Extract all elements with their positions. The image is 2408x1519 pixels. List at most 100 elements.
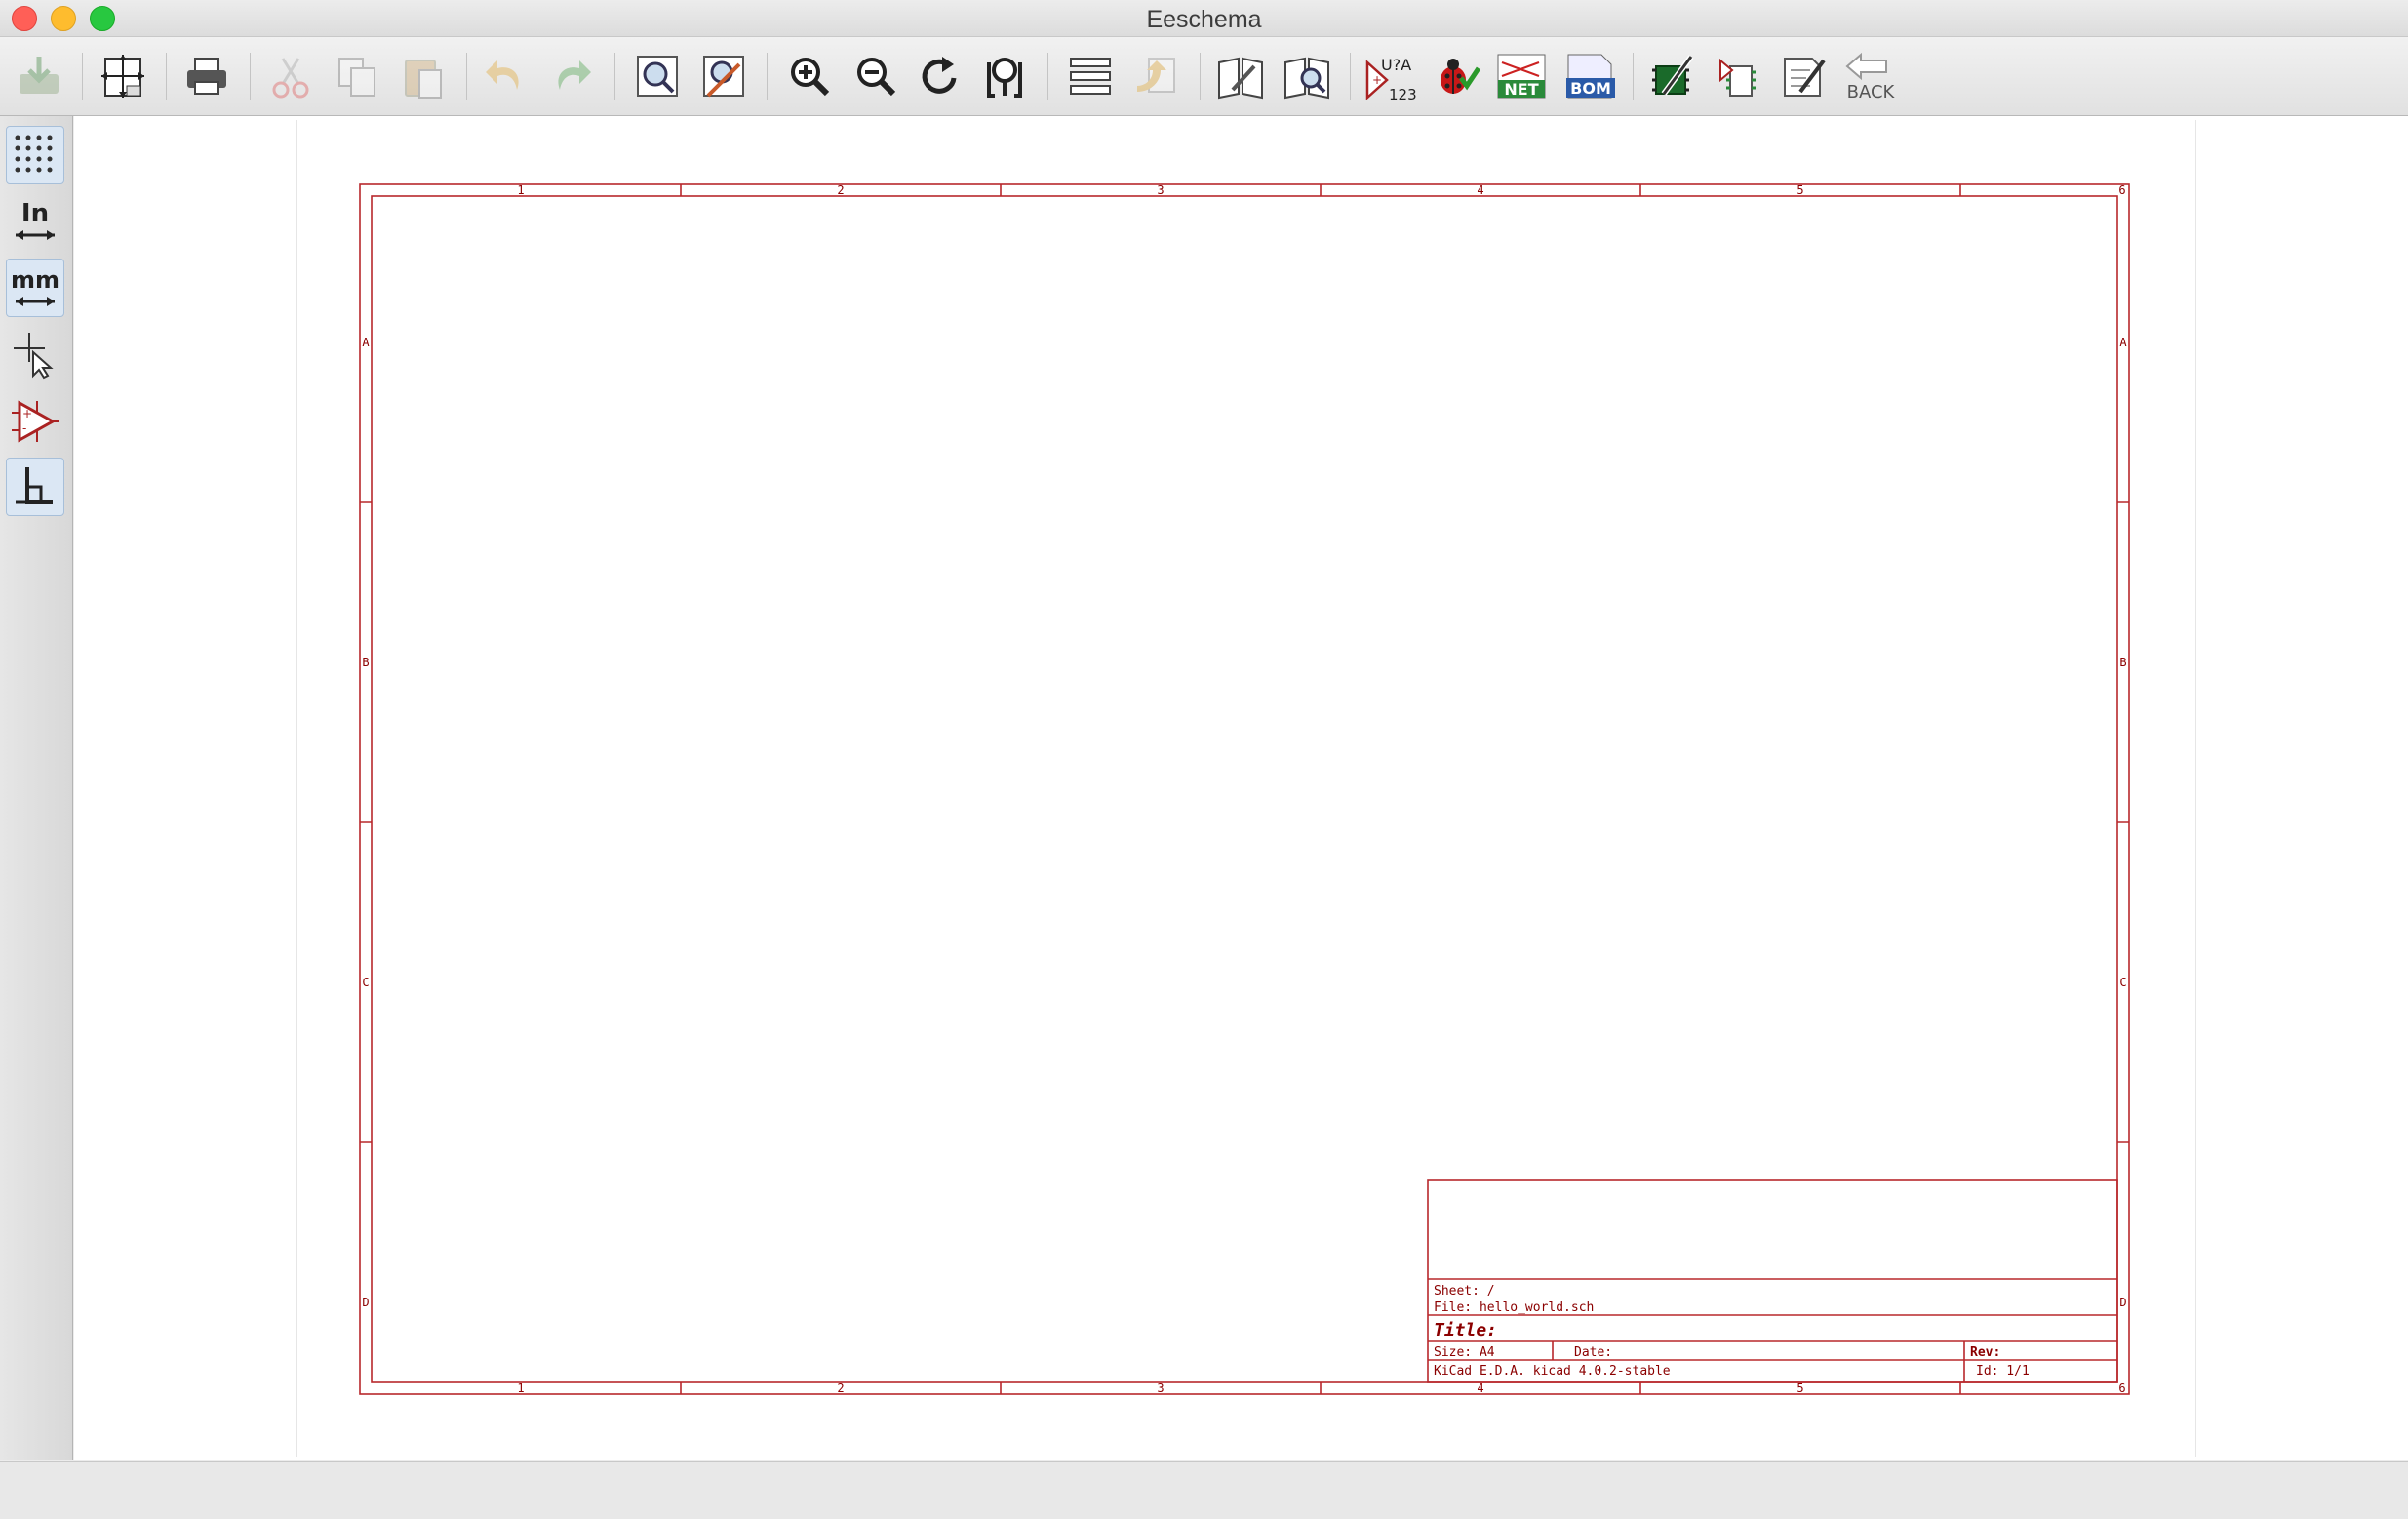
- zoom-in-icon: [791, 58, 830, 97]
- import-footprint-button[interactable]: [1711, 47, 1769, 105]
- hierarchy-icon: [1070, 58, 1111, 95]
- svg-text:BOM: BOM: [1570, 79, 1611, 98]
- library-browser-icon: [1284, 57, 1329, 100]
- title-block-id: Id: 1/1: [1976, 1364, 2030, 1379]
- units-inch-toggle[interactable]: In: [6, 192, 64, 251]
- copy-button[interactable]: [328, 47, 386, 105]
- find-icon: [637, 56, 678, 97]
- find-replace-icon: [703, 56, 744, 98]
- import-footprint-icon: [1719, 58, 1756, 97]
- zoom-out-button[interactable]: [847, 47, 905, 105]
- row-label-right: A: [2119, 336, 2127, 349]
- save-icon: [20, 57, 59, 94]
- col-label-bottom: 4: [1477, 1381, 1483, 1395]
- title-block-rev: Rev:: [1970, 1345, 2000, 1360]
- svg-text:123: 123: [1389, 86, 1417, 103]
- units-mm-toggle[interactable]: mm: [6, 259, 64, 317]
- copy-icon: [338, 58, 375, 97]
- col-label-bottom: 5: [1796, 1381, 1803, 1395]
- col-label-bottom: 2: [837, 1381, 844, 1395]
- inch-units-icon: In: [16, 199, 55, 240]
- cursor-shape-toggle[interactable]: [6, 325, 64, 383]
- status-bar: [0, 1461, 2408, 1519]
- zoom-out-icon: [857, 58, 896, 97]
- sheet-outer-border: [359, 183, 2130, 1395]
- title-block-size: Size: A4: [1434, 1345, 1495, 1360]
- title-block: [1427, 1179, 2118, 1383]
- title-block-sheet: Sheet: /: [1434, 1284, 1495, 1299]
- redo-button[interactable]: [542, 47, 601, 105]
- title-block-file: File: hello_world.sch: [1434, 1300, 1594, 1315]
- row-label-right: D: [2119, 1296, 2126, 1309]
- leave-sheet-icon: [1137, 58, 1175, 93]
- library-browser-button[interactable]: [1278, 47, 1336, 105]
- svg-text:BACK: BACK: [1847, 82, 1896, 102]
- svg-text:+: +: [1372, 73, 1382, 87]
- hidden-pins-toggle[interactable]: + -: [6, 391, 64, 450]
- schematic-sheet: 1 2 3 4 5 6 1 2 3 4 5 6 A B C D A B C D …: [359, 183, 2130, 1395]
- svg-text:mm: mm: [11, 266, 59, 294]
- zoom-fit-button[interactable]: [975, 47, 1034, 105]
- bus-wire-orient-toggle[interactable]: [6, 458, 64, 516]
- netlist-icon: NET: [1497, 54, 1546, 99]
- annotate-button[interactable]: + U?A 123: [1362, 47, 1420, 105]
- row-label-left: A: [362, 336, 370, 349]
- grid-toggle[interactable]: [6, 126, 64, 184]
- redraw-icon: [922, 57, 957, 94]
- redraw-button[interactable]: [911, 47, 969, 105]
- pcbnew-icon: [1784, 58, 1826, 97]
- cvpcb-icon: [1652, 55, 1694, 96]
- cursor-icon: [14, 333, 54, 380]
- printer-icon: [187, 58, 226, 95]
- col-label-bottom: 1: [517, 1381, 524, 1395]
- cvpcb-button[interactable]: [1644, 47, 1703, 105]
- row-label-right: C: [2119, 976, 2126, 989]
- col-label-top: 1: [517, 183, 524, 197]
- back-icon: BACK: [1845, 52, 1896, 102]
- print-button[interactable]: [178, 47, 236, 105]
- page-settings-icon: [101, 55, 144, 98]
- cut-button[interactable]: [261, 47, 320, 105]
- window-title: Eeschema: [1146, 6, 1262, 33]
- col-label-bottom: 6: [2118, 1381, 2125, 1395]
- svg-text:+: +: [22, 407, 32, 420]
- svg-text:In: In: [21, 199, 49, 228]
- back-annotate-button[interactable]: BACK: [1841, 47, 1900, 105]
- svg-text:-: -: [22, 421, 26, 435]
- find-replace-button[interactable]: [694, 47, 753, 105]
- save-button[interactable]: [10, 47, 68, 105]
- zoom-in-button[interactable]: [780, 47, 839, 105]
- bom-button[interactable]: BOM: [1560, 47, 1619, 105]
- col-label-top: 5: [1796, 183, 1803, 197]
- sheet-inner-border: [371, 195, 2118, 1383]
- page-settings-button[interactable]: [94, 47, 152, 105]
- bom-icon: BOM: [1566, 54, 1615, 99]
- grid-icon: [15, 135, 53, 173]
- undo-icon: [486, 60, 519, 90]
- library-editor-button[interactable]: [1211, 47, 1270, 105]
- mm-units-icon: mm: [11, 266, 59, 306]
- schematic-canvas[interactable]: 1 2 3 4 5 6 1 2 3 4 5 6 A B C D A B C D …: [74, 116, 2408, 1460]
- redo-icon: [558, 60, 591, 90]
- ladybug-icon: [1441, 59, 1481, 94]
- col-label-top: 2: [837, 183, 844, 197]
- col-label-top: 6: [2118, 183, 2125, 197]
- title-block-date: Date:: [1574, 1345, 1612, 1360]
- row-label-right: B: [2119, 656, 2126, 669]
- main-toolbar: + U?A 123 NET BOM BACK: [0, 37, 2408, 116]
- erc-button[interactable]: [1428, 47, 1486, 105]
- title-block-title: Title:: [1434, 1320, 1497, 1340]
- netlist-button[interactable]: NET: [1492, 47, 1551, 105]
- leave-sheet-button[interactable]: [1127, 47, 1186, 105]
- col-label-top: 4: [1477, 183, 1483, 197]
- wire-orient-icon: [16, 467, 53, 504]
- paste-button[interactable]: [394, 47, 453, 105]
- find-button[interactable]: [628, 47, 687, 105]
- svg-text:NET: NET: [1504, 80, 1538, 99]
- undo-button[interactable]: [476, 47, 534, 105]
- hierarchy-navigator-button[interactable]: [1061, 47, 1120, 105]
- library-editor-icon: [1218, 57, 1263, 100]
- title-block-kicad: KiCad E.D.A. kicad 4.0.2-stable: [1434, 1364, 1671, 1379]
- row-label-left: C: [362, 976, 369, 989]
- pcbnew-button[interactable]: [1775, 47, 1834, 105]
